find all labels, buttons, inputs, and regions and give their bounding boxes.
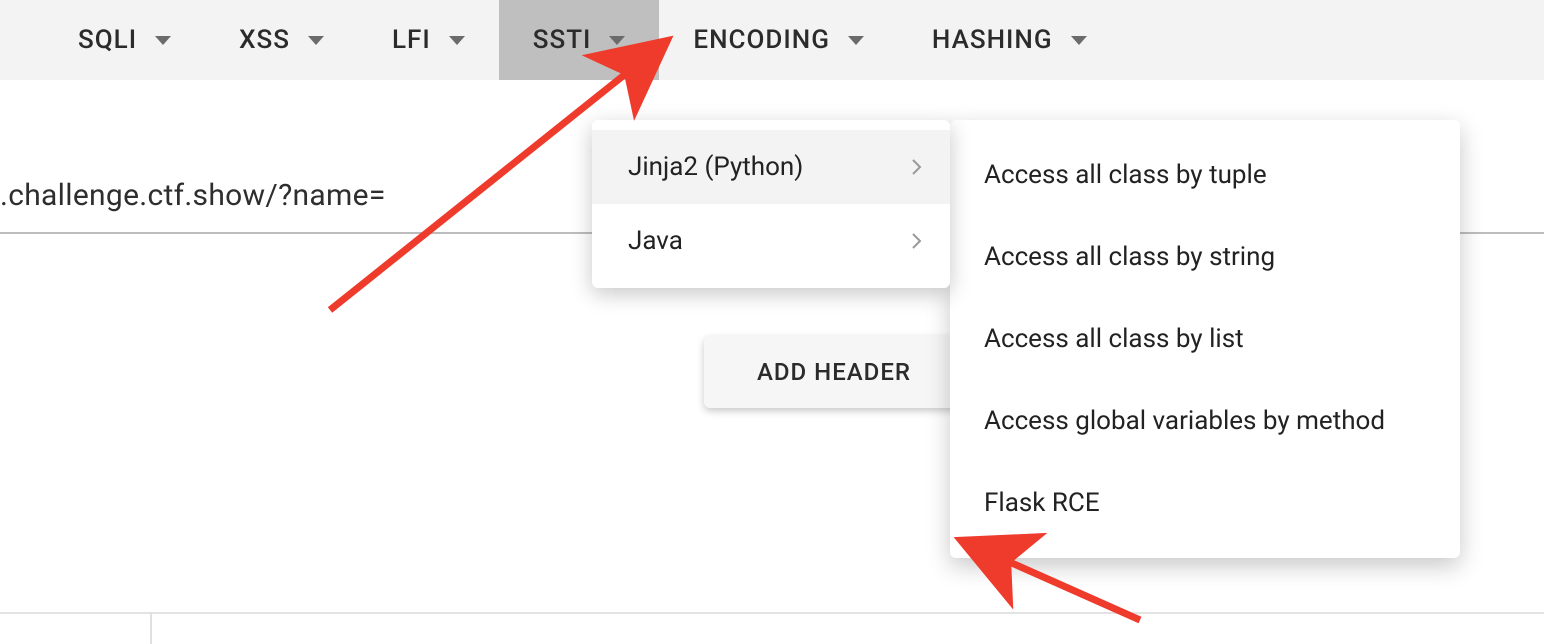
add-header-button[interactable]: ADD HEADER xyxy=(704,336,964,408)
caret-down-icon xyxy=(1071,36,1087,45)
submenu-jinja2: Access all class by tuple Access all cla… xyxy=(950,120,1460,558)
toolbar-item-ssti[interactable]: SSTI xyxy=(499,0,660,80)
submenu2-item-tuple[interactable]: Access all class by tuple xyxy=(950,134,1460,216)
toolbar-label: ENCODING xyxy=(693,25,830,55)
toolbar-label: SQLI xyxy=(78,25,137,55)
toolbar-label: HASHING xyxy=(932,25,1053,55)
submenu2-item-string[interactable]: Access all class by string xyxy=(950,216,1460,298)
chevron-right-icon xyxy=(912,159,922,175)
toolbar-label: SSTI xyxy=(533,25,592,55)
toolbar-label: XSS xyxy=(239,25,290,55)
submenu2-item-global[interactable]: Access global variables by method xyxy=(950,380,1460,462)
toolbar-item-encoding[interactable]: ENCODING xyxy=(659,0,898,80)
url-input[interactable]: .challenge.ctf.show/?name= xyxy=(0,178,386,213)
submenu-item-java[interactable]: Java xyxy=(592,204,950,278)
caret-down-icon xyxy=(848,36,864,45)
toolbar-item-hashing[interactable]: HASHING xyxy=(898,0,1121,80)
toolbar-label: LFI xyxy=(392,25,431,55)
add-header-label: ADD HEADER xyxy=(757,358,911,386)
submenu-item-jinja2[interactable]: Jinja2 (Python) xyxy=(592,130,950,204)
divider-notch xyxy=(150,612,152,644)
submenu-label: Jinja2 (Python) xyxy=(628,152,803,182)
submenu2-item-list[interactable]: Access all class by list xyxy=(950,298,1460,380)
caret-down-icon xyxy=(449,36,465,45)
submenu2-label: Access all class by tuple xyxy=(984,160,1267,190)
caret-down-icon xyxy=(155,36,171,45)
submenu-label: Java xyxy=(628,226,683,256)
submenu2-label: Access global variables by method xyxy=(984,406,1385,436)
divider xyxy=(0,612,1544,614)
submenu2-label: Flask RCE xyxy=(984,488,1100,518)
submenu-ssti: Jinja2 (Python) Java xyxy=(592,120,950,288)
submenu2-label: Access all class by list xyxy=(984,324,1244,354)
caret-down-icon xyxy=(308,36,324,45)
submenu2-item-flaskrce[interactable]: Flask RCE xyxy=(950,462,1460,544)
toolbar-item-xss[interactable]: XSS xyxy=(205,0,358,80)
toolbar-item-lfi[interactable]: LFI xyxy=(358,0,499,80)
caret-down-icon xyxy=(609,36,625,45)
submenu2-label: Access all class by string xyxy=(984,242,1275,272)
toolbar-item-sqli[interactable]: SQLI xyxy=(44,0,205,80)
main-toolbar: SQLI XSS LFI SSTI ENCODING HASHING xyxy=(0,0,1544,80)
chevron-right-icon xyxy=(912,233,922,249)
